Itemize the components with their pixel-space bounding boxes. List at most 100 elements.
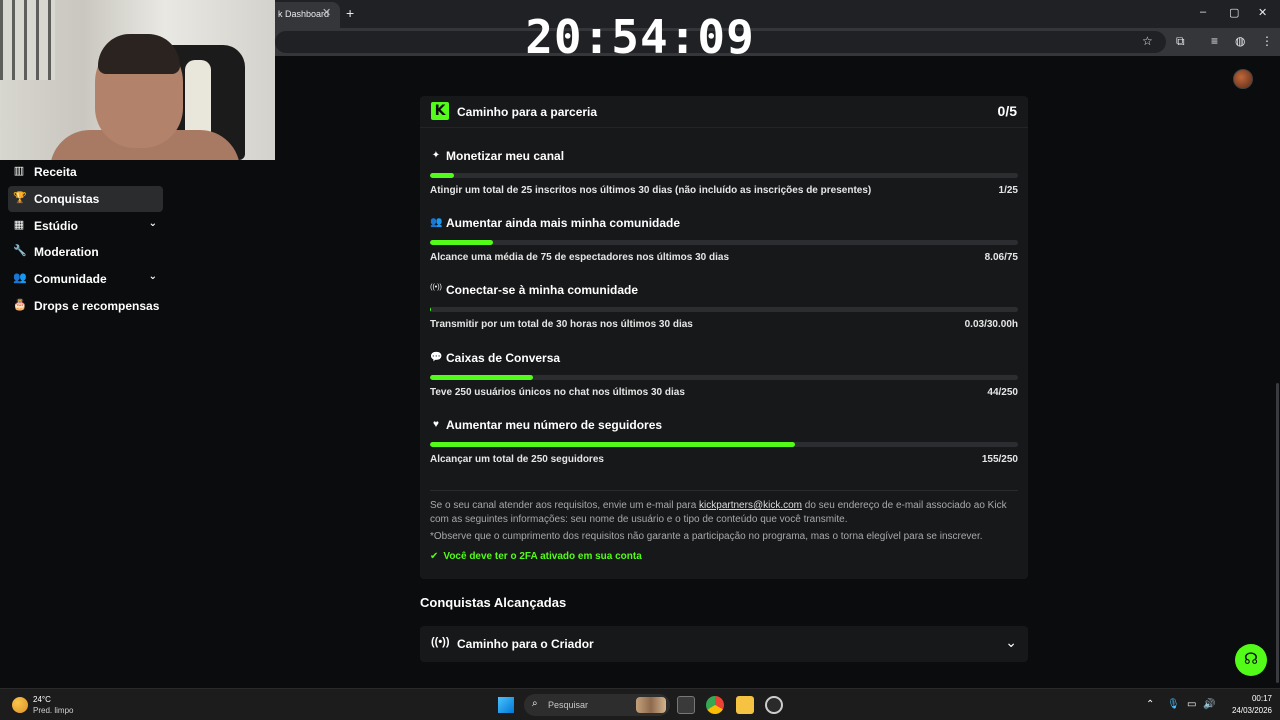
partnership-card: K Caminho para a parceria 0/5 Se o seu c… [420, 96, 1028, 579]
requirement-value: 8.06/75 [984, 252, 1018, 263]
requirement-value: 155/250 [981, 454, 1018, 465]
task-view-icon[interactable] [677, 696, 695, 714]
requirement-item: ♥ Aumentar meu número de seguidores Alcanç… [430, 418, 1018, 478]
requirement-progress-fill [430, 442, 795, 447]
requirement-description: Atingir um total de 25 inscritos nos últ… [430, 185, 872, 196]
start-button[interactable] [498, 697, 514, 713]
sparkle-icon: ✦ [431, 150, 441, 161]
requirement-title: Conectar-se à minha comunidade [446, 283, 639, 297]
browser-menu-icon[interactable]: ⋮ [1261, 34, 1273, 48]
clock-time[interactable]: 00:17 [1242, 694, 1272, 703]
bookmark-star-icon[interactable]: ☆ [1142, 34, 1153, 48]
weather-description[interactable]: Pred. limpo [33, 706, 73, 715]
requirement-title: Aumentar ainda mais minha comunidade [446, 216, 681, 230]
requirement-description: Teve 250 usuários únicos no chat nos últ… [430, 387, 685, 398]
search-icon: ⌕ [532, 698, 538, 709]
requirement-title: Caixas de Conversa [446, 351, 561, 365]
requirement-item: 💬 Caixas de Conversa Teve 250 usuários úni… [430, 351, 1018, 411]
chrome-icon[interactable] [706, 696, 724, 714]
windows-taskbar: 24°C Pred. limpo ⌕ Pesquisar ⌃ 🎙 ▭ 🔊 00:… [0, 688, 1280, 720]
requirement-description: Transmitir por um total de 30 horas nos … [430, 319, 693, 330]
new-tab-button[interactable]: + [346, 5, 354, 21]
weather-temperature[interactable]: 24°C [33, 695, 51, 704]
extensions-icon[interactable]: ⧉ [1176, 34, 1185, 49]
sidebar-item-label: Comunidade [34, 272, 107, 286]
sidebar-item-label: Receita [34, 165, 77, 179]
chevron-down-icon[interactable]: ⌄ [149, 271, 157, 282]
weather-icon[interactable] [12, 697, 28, 713]
bar-chart-icon: ▥ [13, 165, 25, 177]
sidebar-item-comunidade[interactable]: 👥 Comunidade ⌄ [8, 266, 163, 292]
drops-icon: 🎂 [13, 299, 27, 311]
profile-icon[interactable]: ◍ [1235, 34, 1245, 48]
requirement-value: 1/25 [998, 185, 1018, 196]
media-control-icon[interactable]: ≡ [1211, 34, 1218, 48]
sidebar-item-label: Conquistas [34, 192, 100, 206]
obs-icon[interactable] [765, 696, 783, 714]
partnership-progress: 0/5 [997, 103, 1017, 119]
sidebar-item-receita[interactable]: ▥ Receita [8, 159, 163, 185]
divider [430, 490, 1018, 491]
sidebar-item-label: Moderation [34, 245, 99, 259]
achievement-label: Caminho para o Criador [457, 637, 594, 651]
achievement-row[interactable]: ((•)) Caminho para o Criador ⌄ [420, 626, 1028, 662]
requirement-item: ✦ Monetizar meu canal Atingir um total de … [430, 149, 1018, 209]
maximize-button[interactable]: ▢ [1229, 6, 1239, 19]
stream-clock: 20:54:09 [525, 10, 755, 64]
tray-overflow-icon[interactable]: ⌃ [1146, 699, 1154, 710]
requirement-progress-bar [430, 442, 1018, 447]
support-chat-button[interactable]: ☊ [1235, 644, 1267, 676]
close-window-button[interactable]: ✕ [1258, 6, 1267, 19]
partnership-info: Se o seu canal atender aos requisitos, e… [430, 499, 1018, 527]
sidebar-item-label: Drops e recompensas [34, 299, 160, 313]
search-highlight-image [636, 697, 666, 713]
community-icon: 👥 [430, 217, 443, 228]
partnership-note: *Observe que o cumprimento dos requisito… [430, 531, 983, 542]
trophy-icon: 🏆 [13, 192, 27, 204]
chevron-down-icon[interactable]: ⌄ [149, 218, 157, 229]
studio-icon: ▦ [13, 219, 25, 231]
sidebar-item-moderation[interactable]: 🔧 Moderation [8, 239, 163, 265]
scrollbar[interactable] [1276, 383, 1279, 683]
clock-date[interactable]: 24/03/2026 [1222, 706, 1272, 715]
requirement-progress-bar [430, 240, 1018, 245]
requirement-progress-bar [430, 173, 1018, 178]
requirement-progress-fill [430, 240, 494, 245]
sidebar-item-est-dio[interactable]: ▦ Estúdio ⌄ [8, 213, 163, 239]
sidebar-item-drops-e-recompensas[interactable]: 🎂 Drops e recompensas [8, 293, 163, 319]
chevron-down-icon[interactable]: ⌄ [1005, 634, 1017, 651]
requirement-item: ((•)) Conectar-se à minha comunidade Trans… [430, 283, 1018, 343]
broadcast-icon: ((•)) [431, 636, 450, 648]
microphone-icon[interactable]: 🎙 [1167, 699, 1180, 710]
partner-email-link[interactable]: kickpartners@kick.com [699, 500, 802, 511]
webcam-overlay [0, 0, 275, 160]
requirement-progress-fill [430, 307, 431, 312]
requirement-item: 👥 Aumentar ainda mais minha comunidade Alc… [430, 216, 1018, 276]
minimize-button[interactable]: – [1200, 6, 1206, 18]
volume-icon[interactable]: 🔊 [1203, 699, 1215, 710]
broadcast-icon: ((•)) [430, 284, 442, 291]
requirement-progress-fill [430, 375, 534, 380]
requirement-value: 0.03/30.00h [964, 319, 1018, 330]
sidebar-item-conquistas[interactable]: 🏆 Conquistas [8, 186, 163, 212]
search-placeholder: Pesquisar [548, 700, 589, 710]
sidebar-item-label: Estúdio [34, 219, 78, 233]
file-explorer-icon[interactable] [736, 696, 754, 714]
twofa-requirement: ✔ Você deve ter o 2FA ativado em sua cont… [430, 551, 642, 562]
achievements-title: Conquistas Alcançadas [420, 595, 567, 610]
kick-logo-icon: K [431, 102, 449, 120]
tab-close-icon[interactable]: ✕ [322, 6, 331, 19]
twofa-label: Você deve ter o 2FA ativado em sua conta [443, 551, 642, 562]
requirement-description: Alcançar um total de 250 seguidores [430, 454, 604, 465]
requirement-progress-bar [430, 307, 1018, 312]
requirement-title: Aumentar meu número de seguidores [446, 418, 663, 432]
requirement-progress-bar [430, 375, 1018, 380]
user-avatar[interactable] [1233, 69, 1253, 89]
community-icon: 👥 [13, 272, 27, 284]
info-text-start: Se o seu canal atender aos requisitos, e… [430, 500, 700, 511]
taskbar-search[interactable]: ⌕ Pesquisar [524, 694, 670, 716]
partnership-card-header: K Caminho para a parceria 0/5 [420, 96, 1028, 128]
network-icon[interactable]: ▭ [1187, 699, 1196, 710]
chat-icon: 💬 [430, 352, 443, 363]
requirement-progress-fill [430, 173, 454, 178]
